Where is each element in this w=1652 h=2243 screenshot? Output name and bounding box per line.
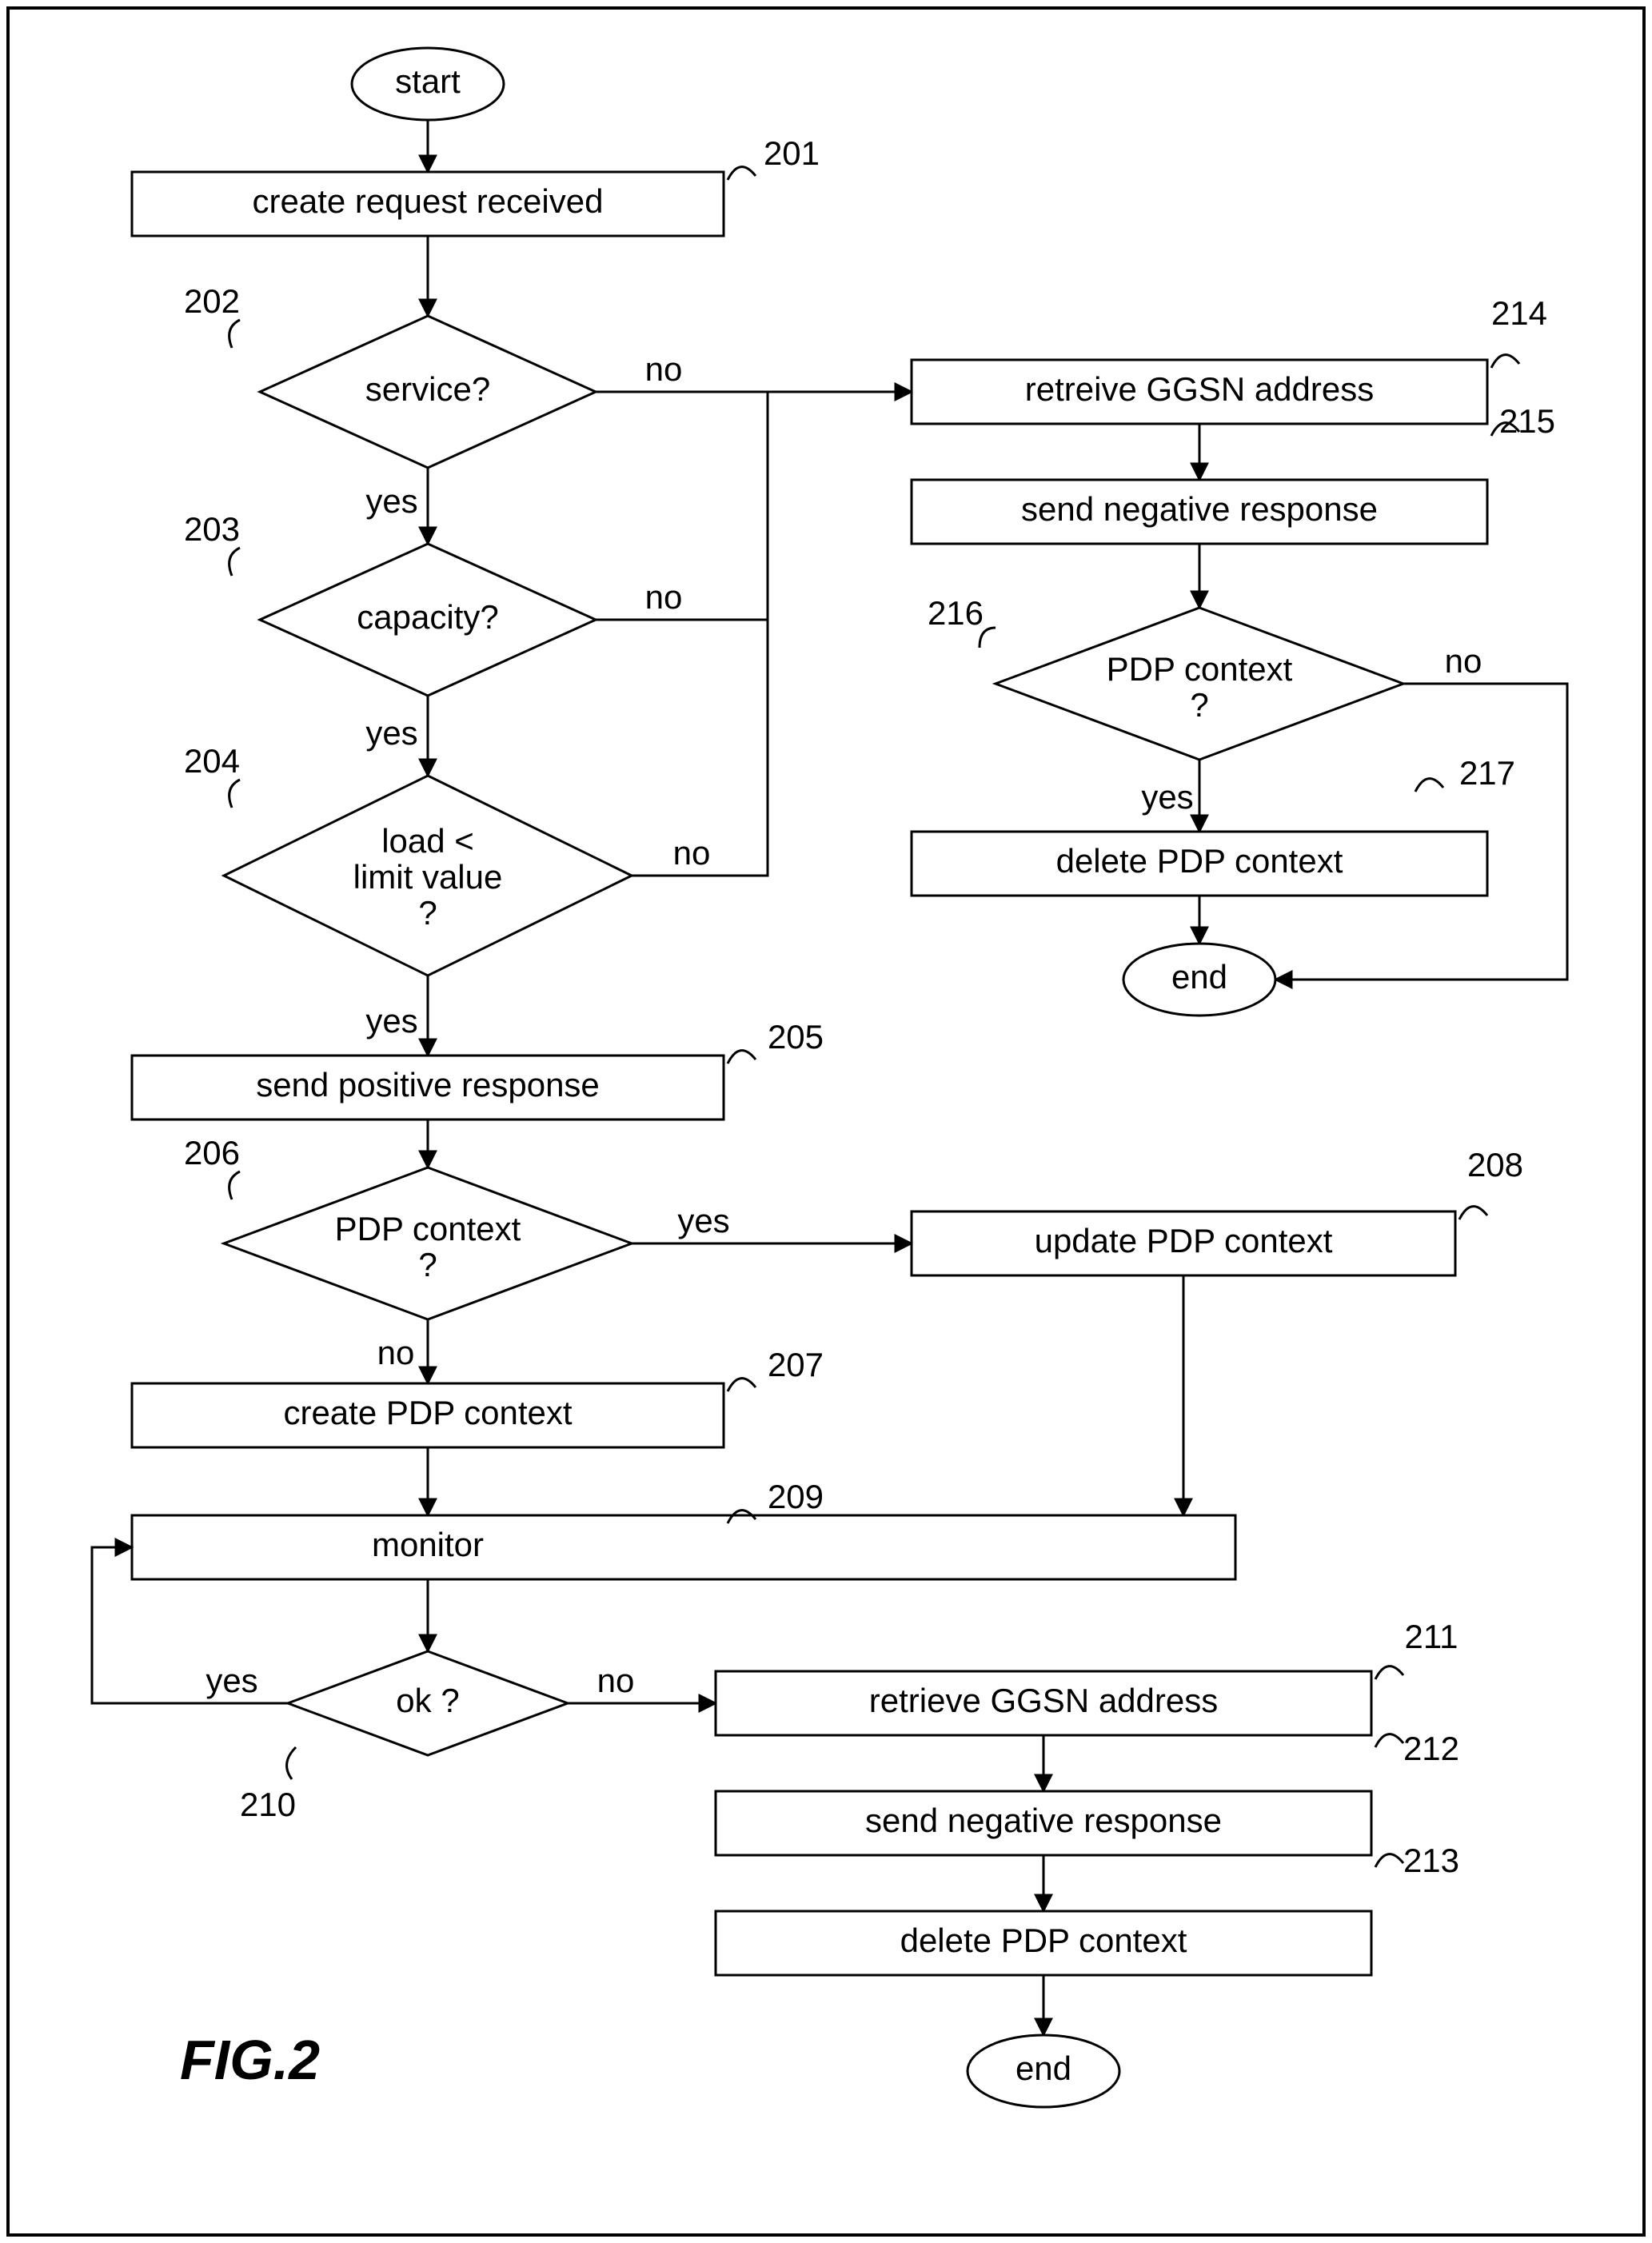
label-210-yes: yes bbox=[206, 1662, 257, 1699]
ref-208: 208 bbox=[1467, 1146, 1523, 1183]
decision-203-label: capacity? bbox=[357, 598, 498, 636]
label-206-yes: yes bbox=[677, 1202, 729, 1239]
label-202-yes: yes bbox=[365, 482, 417, 520]
label-202-no: no bbox=[645, 350, 683, 388]
decision-210: ok ? 210 bbox=[240, 1651, 568, 1823]
decision-204-l1: load < bbox=[381, 822, 474, 860]
ref-212: 212 bbox=[1403, 1730, 1459, 1767]
decision-204-l3: ? bbox=[418, 894, 437, 932]
ref-215: 215 bbox=[1499, 402, 1555, 440]
step-217: delete PDP context 217 bbox=[912, 754, 1515, 896]
step-212-label: send negative response bbox=[865, 1802, 1222, 1839]
ref-206: 206 bbox=[184, 1134, 240, 1171]
step-215-label: send negative response bbox=[1021, 490, 1378, 528]
step-205: send positive response 205 bbox=[132, 1018, 824, 1120]
flowchart-figure: start create request received 201 servic… bbox=[0, 0, 1652, 2243]
step-217-label: delete PDP context bbox=[1056, 842, 1343, 880]
step-214: retreive GGSN address 214 bbox=[912, 294, 1547, 424]
decision-206-l1: PDP context bbox=[335, 1210, 521, 1247]
decision-206: PDP context ? 206 bbox=[184, 1134, 632, 1319]
ref-213: 213 bbox=[1403, 1842, 1459, 1879]
decision-216-l1: PDP context bbox=[1107, 650, 1293, 688]
step-209: monitor 209 bbox=[132, 1478, 1235, 1579]
ref-203: 203 bbox=[184, 510, 240, 548]
label-203-no: no bbox=[645, 578, 683, 616]
label-203-yes: yes bbox=[365, 714, 417, 752]
decision-216-l2: ? bbox=[1190, 686, 1208, 724]
step-214-label: retreive GGSN address bbox=[1025, 370, 1375, 408]
label-204-yes: yes bbox=[365, 1002, 417, 1040]
step-205-label: send positive response bbox=[256, 1066, 600, 1104]
label-210-no: no bbox=[597, 1662, 635, 1699]
step-207-label: create PDP context bbox=[283, 1394, 572, 1431]
label-216-no: no bbox=[1445, 642, 1482, 680]
ref-210: 210 bbox=[240, 1786, 296, 1823]
ref-214: 214 bbox=[1491, 294, 1547, 332]
terminal-end1-label: end bbox=[1171, 958, 1227, 996]
terminal-end2-label: end bbox=[1016, 2049, 1071, 2087]
ref-211: 211 bbox=[1405, 1618, 1458, 1655]
decision-204-l2: limit value bbox=[353, 858, 503, 896]
ref-217: 217 bbox=[1459, 754, 1515, 792]
step-208: update PDP context 208 bbox=[912, 1146, 1523, 1275]
ref-204: 204 bbox=[184, 742, 240, 780]
step-201: create request received 201 bbox=[132, 134, 820, 236]
step-201-label: create request received bbox=[253, 182, 604, 220]
step-209-label: monitor bbox=[372, 1526, 484, 1563]
terminal-start: start bbox=[352, 48, 504, 120]
step-211-label: retrieve GGSN address bbox=[869, 1682, 1219, 1719]
step-208-label: update PDP context bbox=[1035, 1222, 1333, 1259]
ref-201: 201 bbox=[764, 134, 820, 172]
terminal-end1: end bbox=[1123, 944, 1275, 1016]
decision-206-l2: ? bbox=[418, 1246, 437, 1283]
label-206-no: no bbox=[377, 1334, 415, 1371]
label-204-no: no bbox=[673, 834, 711, 872]
ref-205: 205 bbox=[768, 1018, 824, 1056]
step-212: send negative response 212 bbox=[716, 1730, 1459, 1855]
label-216-yes: yes bbox=[1141, 778, 1193, 816]
figure-label: FIG.2 bbox=[180, 2029, 320, 2091]
decision-216: PDP context ? 216 bbox=[928, 594, 1403, 760]
decision-202: service? 202 bbox=[184, 282, 596, 468]
step-207: create PDP context 207 bbox=[132, 1346, 824, 1447]
step-213-label: delete PDP context bbox=[900, 1922, 1187, 1959]
step-213: delete PDP context 213 bbox=[716, 1842, 1459, 1975]
decision-204: load < limit value ? 204 bbox=[184, 742, 632, 976]
decision-202-label: service? bbox=[365, 370, 490, 408]
decision-203: capacity? 203 bbox=[184, 510, 596, 696]
ref-207: 207 bbox=[768, 1346, 824, 1383]
terminal-end2: end bbox=[968, 2035, 1119, 2107]
decision-210-label: ok ? bbox=[396, 1682, 459, 1719]
ref-209: 209 bbox=[768, 1478, 824, 1515]
terminal-start-label: start bbox=[395, 62, 461, 100]
ref-216: 216 bbox=[928, 594, 984, 632]
step-211: retrieve GGSN address 211 bbox=[716, 1618, 1458, 1735]
page-border bbox=[8, 8, 1644, 2235]
ref-202: 202 bbox=[184, 282, 240, 320]
